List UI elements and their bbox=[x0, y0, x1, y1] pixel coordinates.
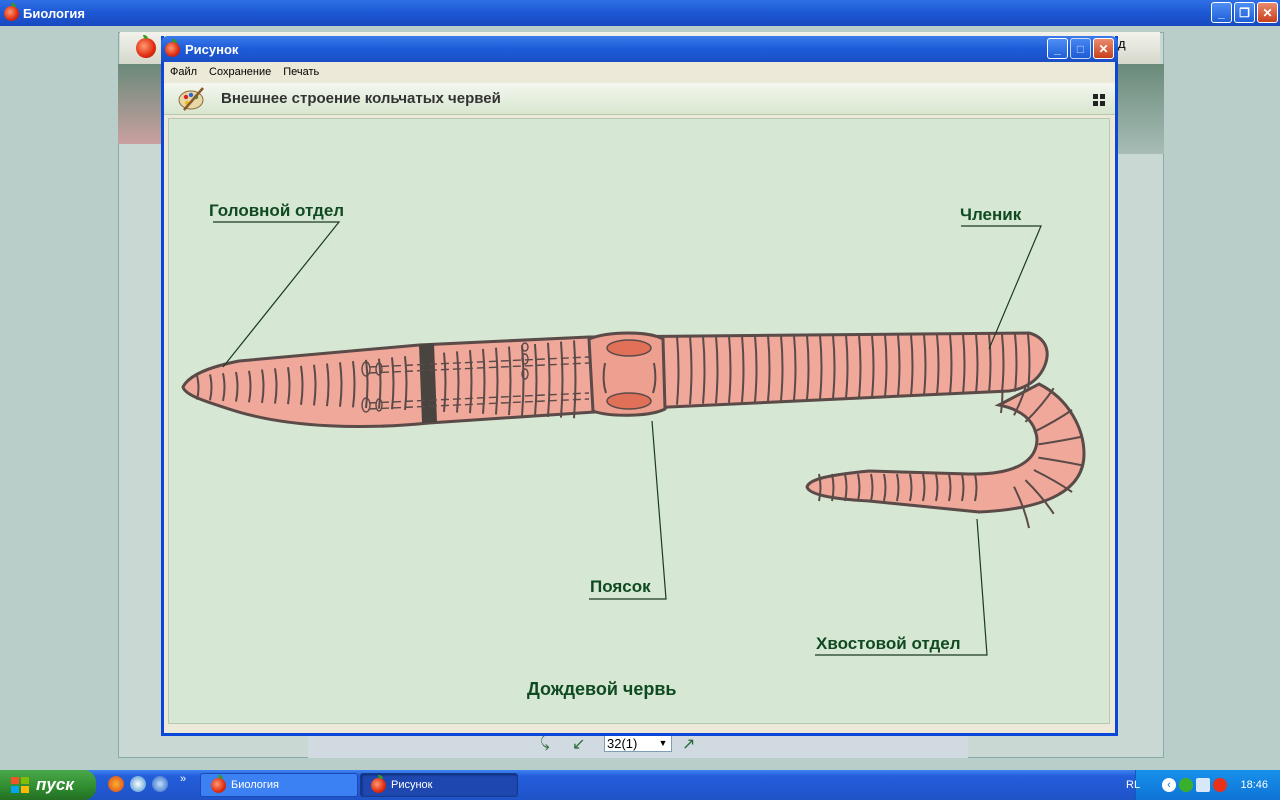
language-indicator[interactable]: RL bbox=[1126, 779, 1140, 791]
picture-header: Внешнее строение кольчатых червей bbox=[164, 83, 1115, 115]
chevron-down-icon[interactable]: ▼ bbox=[655, 738, 671, 748]
quicklaunch-icon[interactable] bbox=[152, 776, 168, 792]
label-head: Головной отдел bbox=[209, 201, 345, 220]
app-apple-icon bbox=[4, 2, 19, 21]
taskbar: пуск » Биология Рисунок RL ‹ 18:46 bbox=[0, 770, 1280, 800]
start-label: пуск bbox=[36, 775, 74, 794]
label-girdle: Поясок bbox=[590, 577, 651, 596]
grid-icon[interactable] bbox=[1093, 94, 1105, 106]
media-player-icon[interactable] bbox=[130, 776, 146, 792]
quicklaunch-expand-icon[interactable]: » bbox=[180, 773, 186, 785]
biology-app-icon bbox=[211, 774, 226, 793]
app-minimize-button[interactable]: _ bbox=[1211, 2, 1232, 23]
app-toolbar-button-partial[interactable]: д bbox=[1118, 36, 1126, 51]
menu-print[interactable]: Печать bbox=[277, 66, 325, 78]
label-segment: Членик bbox=[960, 205, 1022, 224]
taskbar-item-label: Биология bbox=[231, 779, 280, 791]
worm-dark-band bbox=[419, 343, 437, 423]
caption-earthworm: Дождевой червь bbox=[527, 679, 677, 699]
picture-app-icon bbox=[371, 774, 386, 793]
app-decoration-right bbox=[1118, 64, 1164, 154]
page-number-value: 32(1) bbox=[607, 735, 638, 751]
picture-window-titlebar[interactable]: Рисунок _ □ ✕ bbox=[161, 36, 1118, 62]
app-restore-button[interactable]: ❐ bbox=[1234, 2, 1255, 23]
app-window-controls: _ ❐ ✕ bbox=[1211, 2, 1278, 23]
picture-window-apple-icon bbox=[165, 38, 180, 57]
picture-window: Рисунок _ □ ✕ Файл Сохранение Печать Вне… bbox=[161, 36, 1118, 736]
worm-girdle bbox=[587, 331, 667, 417]
picture-maximize-button[interactable]: □ bbox=[1070, 38, 1091, 59]
app-logo-icon bbox=[136, 35, 156, 58]
palette-icon bbox=[178, 87, 204, 111]
windows-logo-icon bbox=[11, 777, 29, 793]
picture-minimize-button[interactable]: _ bbox=[1047, 38, 1068, 59]
label-tail: Хвостовой отдел bbox=[816, 634, 961, 653]
nav-prev-icon[interactable]: ↙ bbox=[572, 734, 585, 754]
system-tray: RL ‹ 18:46 bbox=[1126, 770, 1280, 800]
picture-window-title: Рисунок bbox=[185, 41, 239, 57]
nav-back-icon[interactable]: ⤹ bbox=[540, 734, 550, 752]
taskbar-item-picture[interactable]: Рисунок bbox=[360, 773, 518, 797]
nav-next-icon[interactable]: ↗ bbox=[682, 734, 695, 754]
worm-illustration: Головной отдел Членик Поясок Хвостовой о… bbox=[168, 118, 1110, 724]
alert-icon[interactable] bbox=[1213, 778, 1227, 792]
app-close-button[interactable]: ✕ bbox=[1257, 2, 1278, 23]
network-icon[interactable] bbox=[1196, 778, 1210, 792]
app-decoration-left bbox=[118, 64, 162, 144]
taskbar-item-biology[interactable]: Биология bbox=[200, 773, 358, 797]
clock: 18:46 bbox=[1240, 779, 1268, 791]
picture-close-button[interactable]: ✕ bbox=[1093, 38, 1114, 59]
picture-heading: Внешнее строение кольчатых червей bbox=[221, 90, 501, 107]
security-shield-icon[interactable] bbox=[1179, 778, 1193, 792]
picture-window-controls: _ □ ✕ bbox=[1047, 38, 1114, 59]
app-titlebar: Биология _ ❐ ✕ bbox=[0, 0, 1280, 26]
taskbar-item-label: Рисунок bbox=[391, 779, 433, 791]
firefox-icon[interactable] bbox=[108, 776, 124, 792]
menu-save[interactable]: Сохранение bbox=[203, 66, 277, 78]
menu-bar: Файл Сохранение Печать bbox=[164, 62, 1115, 82]
app-title: Биология bbox=[23, 5, 85, 21]
page-number-select[interactable]: 32(1) ▼ bbox=[604, 734, 672, 752]
tray-expand-icon[interactable]: ‹ bbox=[1162, 778, 1176, 792]
start-button[interactable]: пуск bbox=[0, 770, 96, 800]
menu-file[interactable]: Файл bbox=[164, 66, 203, 78]
